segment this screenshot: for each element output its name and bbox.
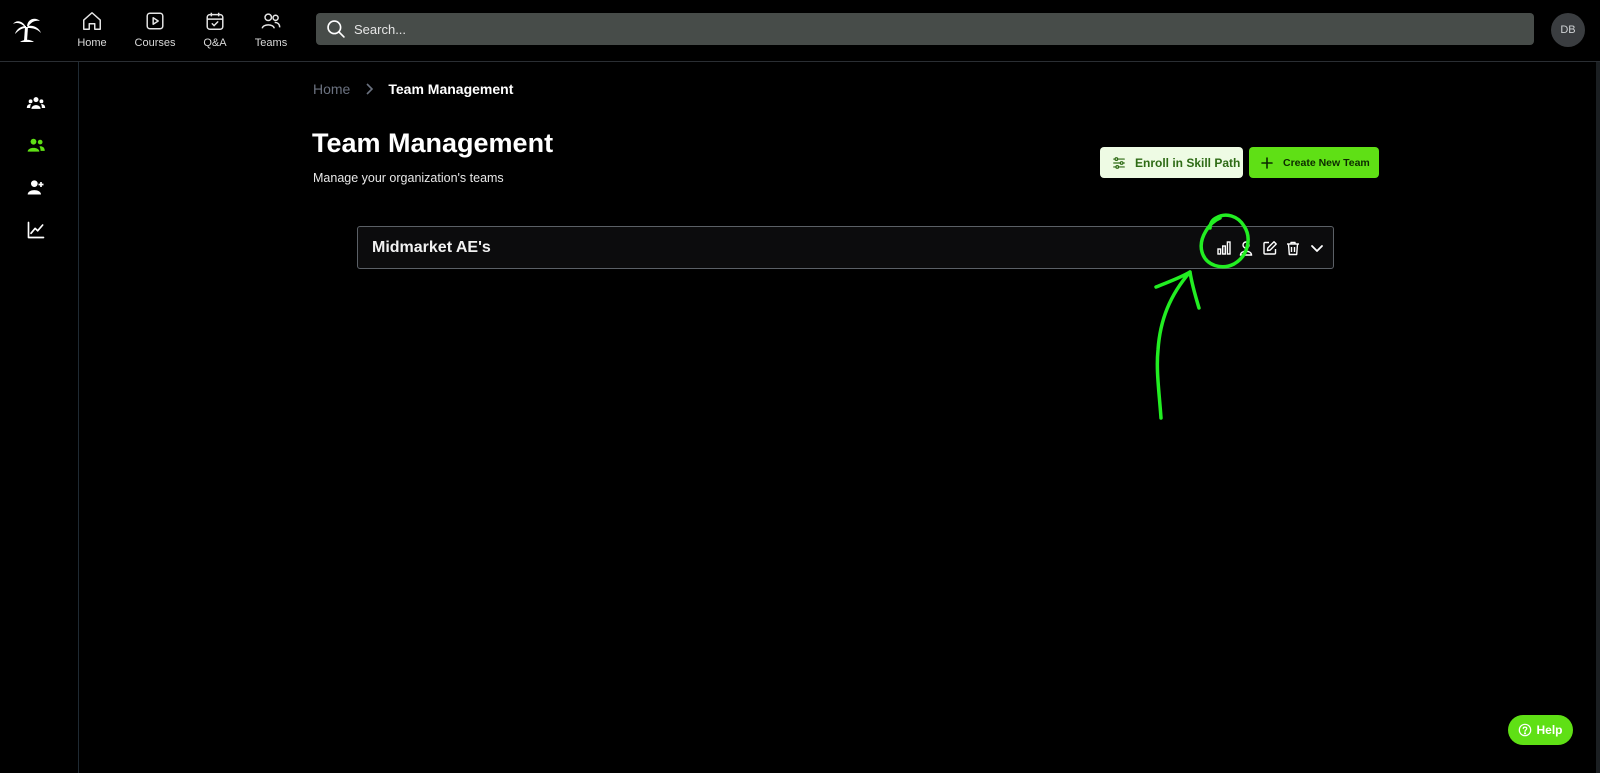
user-icon — [1239, 241, 1253, 256]
sidebar-item-team-groups[interactable] — [24, 91, 48, 115]
edit-team-button[interactable] — [1261, 239, 1279, 257]
sidebar-item-add-user[interactable] — [24, 175, 48, 199]
sidebar — [0, 62, 79, 773]
plus-icon — [1261, 156, 1273, 169]
nav-teams-label: Teams — [254, 37, 288, 49]
home-icon — [83, 12, 101, 30]
nav-teams[interactable]: Teams — [243, 10, 299, 49]
team-stats-button[interactable] — [1215, 239, 1233, 257]
sidebar-item-teams[interactable] — [24, 133, 48, 157]
user-plus-icon — [27, 180, 44, 195]
play-icon — [146, 12, 164, 30]
search-input[interactable] — [354, 21, 1454, 37]
team-card[interactable]: Midmarket AE's — [357, 226, 1334, 269]
trash-icon — [1287, 241, 1299, 256]
search-bar — [316, 13, 1534, 45]
team-group-icon — [26, 97, 46, 109]
nav-home-label: Home — [77, 37, 107, 49]
team-name: Midmarket AE's — [372, 239, 491, 256]
enroll-skill-path-button[interactable]: Enroll in Skill Path — [1100, 147, 1243, 178]
user-avatar[interactable]: DB — [1551, 13, 1585, 47]
nav-courses[interactable]: Courses — [127, 10, 183, 49]
help-circle-icon — [1519, 723, 1532, 737]
calendar-check-icon — [206, 12, 224, 30]
breadcrumb-home-link[interactable]: Home — [313, 81, 350, 97]
expand-team-button[interactable] — [1308, 239, 1326, 257]
bar-chart-icon — [1217, 241, 1231, 255]
users-icon — [27, 138, 45, 152]
annotation-arrow — [1154, 270, 1201, 420]
chevron-down-icon — [1311, 245, 1323, 252]
breadcrumb: Home Team Management — [313, 81, 513, 97]
chart-line-icon — [27, 221, 45, 239]
page-subtitle: Manage your organization's teams — [313, 171, 504, 185]
sliders-icon — [1113, 156, 1125, 169]
palm-tree-logo-icon[interactable] — [12, 14, 42, 44]
breadcrumb-current: Team Management — [388, 81, 514, 97]
create-new-team-button[interactable]: Create New Team — [1249, 147, 1379, 178]
nav-courses-label: Courses — [134, 37, 176, 49]
nav-qa-label: Q&A — [203, 37, 227, 49]
sidebar-item-analytics[interactable] — [24, 218, 48, 242]
enroll-skill-path-label: Enroll in Skill Path — [1135, 155, 1241, 170]
chevron-right-icon — [364, 82, 374, 96]
page-title: Team Management — [312, 128, 554, 158]
create-new-team-label: Create New Team — [1283, 156, 1370, 169]
help-button[interactable]: Help — [1508, 715, 1573, 745]
nav-qa[interactable]: Q&A — [187, 10, 243, 49]
delete-team-button[interactable] — [1284, 239, 1302, 257]
nav-home[interactable]: Home — [64, 10, 120, 49]
top-navigation-bar: Home Courses Q&A Teams DB — [0, 0, 1600, 62]
team-members-button[interactable] — [1237, 239, 1255, 257]
help-label: Help — [1536, 723, 1563, 737]
edit-icon — [1263, 241, 1277, 255]
users-icon — [261, 13, 281, 29]
search-icon — [327, 20, 345, 38]
scrollbar-track[interactable] — [1596, 62, 1600, 773]
